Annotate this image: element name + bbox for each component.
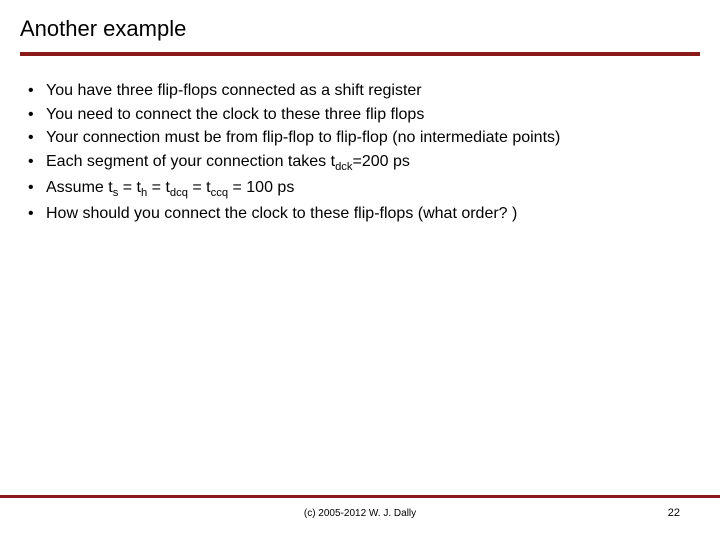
copyright-text: (c) 2005-2012 W. J. Dally — [304, 508, 416, 519]
list-item: •You have three flip-flops connected as … — [28, 80, 700, 102]
page-number: 22 — [668, 507, 680, 519]
slide-title: Another example — [20, 16, 700, 42]
subscript: dcq — [170, 187, 188, 199]
bullet-text: = t — [118, 179, 141, 196]
bullet-text: = 100 ps — [228, 179, 294, 196]
bullet-text: How should you connect the clock to thes… — [46, 205, 517, 222]
title-rule — [20, 52, 700, 56]
list-item: •Assume ts = th = tdcq = tccq = 100 ps — [28, 177, 700, 201]
list-item: •You need to connect the clock to these … — [28, 104, 700, 126]
bullet-text: Each segment of your connection takes t — [46, 153, 335, 170]
subscript: dck — [335, 161, 352, 173]
bullet-text: Your connection must be from flip-flop t… — [46, 129, 560, 146]
bullet-text: = t — [147, 179, 170, 196]
subscript: ccq — [211, 187, 228, 199]
bullet-list: •You have three flip-flops connected as … — [20, 80, 700, 225]
slide: Another example •You have three flip-flo… — [0, 0, 720, 540]
list-item: •How should you connect the clock to the… — [28, 203, 700, 225]
bullet-text: Assume t — [46, 179, 113, 196]
list-item: •Each segment of your connection takes t… — [28, 151, 700, 175]
bullet-text: =200 ps — [352, 153, 409, 170]
slide-footer: (c) 2005-2012 W. J. Dally 22 — [0, 495, 720, 522]
list-item: •Your connection must be from flip-flop … — [28, 127, 700, 149]
bullet-text: You need to connect the clock to these t… — [46, 106, 424, 123]
bullet-text: = t — [188, 179, 211, 196]
bullet-text: You have three flip-flops connected as a… — [46, 82, 422, 99]
footer-rule — [0, 495, 720, 498]
